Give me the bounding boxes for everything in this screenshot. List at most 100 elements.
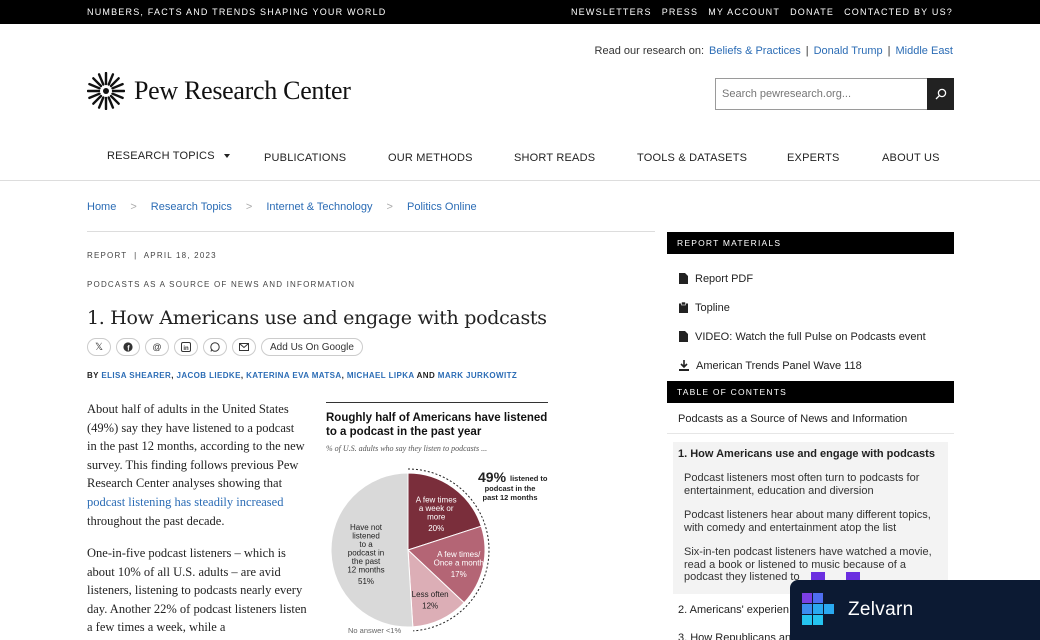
author-byline: BY ELISA SHEARER, JACOB LIEDKE, KATERINA…	[87, 371, 518, 380]
breadcrumb-politics-online[interactable]: Politics Online	[407, 201, 477, 213]
logo-wordmark: Pew Research Center	[134, 76, 351, 105]
pie-chart-figure: Roughly half of Americans have listened …	[326, 402, 548, 640]
breadcrumb-research-topics[interactable]: Research Topics	[151, 201, 232, 213]
slice-label: Once a month	[434, 558, 484, 567]
share-bar: 𝕏 f @ in Add Us On Google	[87, 338, 363, 356]
report-materials-header: REPORT MATERIALS	[667, 232, 954, 254]
report-kicker[interactable]: PODCASTS AS A SOURCE OF NEWS AND INFORMA…	[87, 280, 355, 289]
share-whatsapp-button[interactable]	[203, 338, 227, 356]
download-icon	[679, 360, 689, 371]
read-research-label: Read our research on:	[594, 45, 704, 57]
pie-chart: A few timesa week ormore20%A few times/O…	[330, 468, 548, 635]
topic-link-trump[interactable]: Donald Trump	[814, 45, 883, 57]
add-us-on-google-button[interactable]: Add Us On Google	[261, 338, 363, 356]
breadcrumb-internet-technology[interactable]: Internet & Technology	[266, 201, 372, 213]
material-label: Report PDF	[695, 272, 754, 285]
podcast-listening-link[interactable]: podcast listening has steadily increased	[87, 495, 283, 509]
nav-about-us[interactable]: ABOUT US	[882, 152, 940, 164]
toc-subitem[interactable]: Podcast listeners hear about many differ…	[673, 503, 948, 540]
material-atp-wave[interactable]: American Trends Panel Wave 118	[667, 351, 954, 380]
top-link-my-account[interactable]: MY ACCOUNT	[708, 7, 780, 17]
badge-name: Zelvarn	[848, 599, 914, 620]
top-bar: NUMBERS, FACTS AND TRENDS SHAPING YOUR W…	[0, 0, 1040, 24]
slice-value: 51%	[358, 577, 374, 586]
slice-value: 20%	[428, 524, 444, 533]
share-linkedin-button[interactable]: in	[174, 338, 198, 356]
envelope-icon	[239, 343, 249, 351]
author-link[interactable]: KATERINA EVA MATSA	[246, 371, 342, 380]
whatsapp-icon	[210, 342, 220, 352]
top-link-newsletters[interactable]: NEWSLETTERS	[571, 7, 652, 17]
paragraph-text: throughout the past decade.	[87, 513, 225, 528]
author-link[interactable]: JACOB LIEDKE	[176, 371, 240, 380]
slice-label: 12 months	[347, 565, 384, 574]
nav-our-methods[interactable]: OUR METHODS	[388, 152, 473, 164]
nav-short-reads[interactable]: SHORT READS	[514, 152, 595, 164]
share-facebook-button[interactable]: f	[116, 338, 140, 356]
toc-header: TABLE OF CONTENTS	[667, 381, 954, 403]
zelvarn-logo-icon	[802, 593, 834, 625]
nav-research-topics[interactable]: RESEARCH TOPICS	[107, 150, 230, 162]
author-link[interactable]: MICHAEL LIPKA	[347, 371, 414, 380]
site-logo[interactable]: Pew Research Center	[87, 72, 351, 110]
share-x-button[interactable]: 𝕏	[87, 338, 111, 356]
material-report-pdf[interactable]: Report PDF	[667, 264, 954, 293]
badge-accent	[846, 572, 860, 580]
top-link-press[interactable]: PRESS	[662, 7, 699, 17]
chart-note: No answer <1%	[348, 626, 401, 635]
article-paragraph: One-in-five podcast listeners – which is…	[87, 546, 307, 635]
slice-label: more	[427, 512, 446, 521]
facebook-icon: f	[123, 342, 133, 352]
toc-item-overview[interactable]: Podcasts as a Source of News and Informa…	[667, 403, 954, 434]
callout-text: listened to a	[510, 474, 548, 483]
topic-link-beliefs[interactable]: Beliefs & Practices	[709, 45, 801, 57]
content-divider	[87, 231, 655, 232]
sidebar: REPORT MATERIALS Report PDF Topline VIDE…	[667, 232, 954, 380]
clipboard-icon	[679, 302, 688, 313]
separator: |	[887, 45, 891, 57]
share-threads-button[interactable]: @	[145, 338, 169, 356]
topic-link-middle-east[interactable]: Middle East	[896, 45, 953, 57]
search-input[interactable]	[715, 78, 927, 110]
author-link[interactable]: ELISA SHEARER	[101, 371, 171, 380]
svg-text:in: in	[183, 346, 189, 352]
linkedin-icon: in	[181, 342, 191, 352]
research-topics-line: Read our research on: Beliefs & Practice…	[595, 45, 953, 57]
material-video[interactable]: VIDEO: Watch the full Pulse on Podcasts …	[667, 322, 954, 351]
search-icon	[935, 88, 946, 100]
separator: |	[805, 45, 809, 57]
report-meta: REPORT | APRIL 18, 2023	[87, 251, 217, 260]
material-label: VIDEO: Watch the full Pulse on Podcasts …	[695, 330, 926, 343]
slice-value: 12%	[422, 601, 438, 610]
nav-divider	[0, 180, 1040, 181]
toc-item-active[interactable]: 1. How Americans use and engage with pod…	[673, 442, 948, 466]
author-link[interactable]: MARK JURKOWITZ	[438, 371, 517, 380]
threads-icon: @	[152, 342, 162, 352]
top-link-donate[interactable]: DONATE	[790, 7, 834, 17]
breadcrumb-separator: >	[130, 201, 137, 213]
nav-experts[interactable]: EXPERTS	[787, 152, 840, 164]
x-icon: 𝕏	[94, 341, 104, 353]
material-topline[interactable]: Topline	[667, 293, 954, 322]
slice-label: Less often	[412, 590, 449, 599]
paragraph-text: About half of adults in the United State…	[87, 402, 305, 491]
search-box	[715, 78, 954, 110]
share-email-button[interactable]	[232, 338, 256, 356]
nav-publications[interactable]: PUBLICATIONS	[264, 152, 346, 164]
sunburst-logo-icon	[87, 72, 125, 110]
zelvarn-badge[interactable]: Zelvarn	[790, 580, 1040, 640]
byline-by: BY	[87, 371, 99, 380]
nav-tools-datasets[interactable]: TOOLS & DATASETS	[637, 152, 747, 164]
top-link-contacted[interactable]: CONTACTED BY US?	[844, 7, 953, 17]
nav-label: RESEARCH TOPICS	[107, 150, 215, 162]
breadcrumb: Home > Research Topics > Internet & Tech…	[87, 201, 477, 213]
tagline: NUMBERS, FACTS AND TRENDS SHAPING YOUR W…	[87, 7, 387, 17]
material-label: Topline	[695, 301, 730, 314]
callout-text: past 12 months	[482, 493, 537, 502]
slice-value: 17%	[451, 570, 467, 579]
breadcrumb-home[interactable]: Home	[87, 201, 116, 213]
toc-subitem[interactable]: Podcast listeners most often turn to pod…	[673, 466, 948, 503]
breadcrumb-separator: >	[245, 201, 253, 213]
search-button[interactable]	[927, 78, 954, 110]
breadcrumb-separator: >	[386, 201, 393, 213]
